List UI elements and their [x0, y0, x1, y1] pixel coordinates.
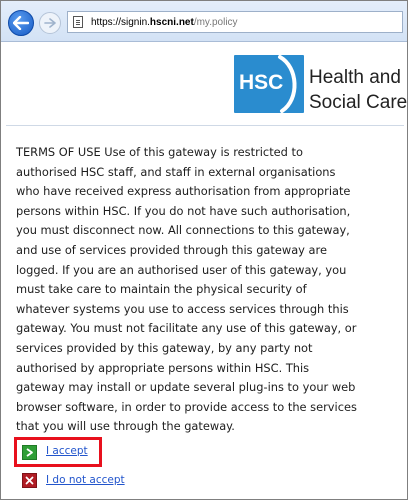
- logo-swoosh-icon: [278, 55, 297, 113]
- url-path: /my.policy: [193, 16, 238, 28]
- accept-link[interactable]: I accept: [46, 445, 88, 457]
- url-field[interactable]: https://signin.hscni.net/my.policy: [67, 11, 403, 33]
- terms-line: logged. If you are an authorised user of…: [16, 262, 347, 277]
- page-icon: [73, 16, 83, 28]
- terms-line: that you will use through the gateway.: [16, 419, 235, 434]
- terms-of-use-text: TERMS OF USE Use of this gateway is rest…: [16, 143, 396, 437]
- terms-line: whatever systems you use to access servi…: [16, 301, 349, 316]
- terms-line: gateway may install or update several pl…: [16, 380, 356, 395]
- browser-window: https://signin.hscni.net/my.policy HSC H…: [0, 0, 408, 500]
- x-icon[interactable]: [22, 473, 37, 488]
- page-header: HSC Health and Social Care: [6, 49, 408, 125]
- forward-arrow-icon: [44, 18, 56, 28]
- terms-line: persons within HSC. If you do not have s…: [16, 203, 351, 218]
- terms-line: browser software, in order to provide ac…: [16, 399, 357, 414]
- terms-line: you must disconnect now. All connections…: [16, 223, 350, 238]
- org-name-line2: Social Care: [309, 92, 408, 113]
- terms-line: services provided by this gateway, by an…: [16, 340, 313, 355]
- back-arrow-icon: [13, 16, 29, 30]
- org-name-line1: Health and: [309, 67, 401, 88]
- terms-line: authorised by appropriate persons within…: [16, 360, 310, 375]
- decline-option: I do not accept: [17, 472, 157, 492]
- back-button[interactable]: [8, 10, 34, 36]
- decline-link[interactable]: I do not accept: [46, 474, 125, 486]
- url-text: https://signin.hscni.net/my.policy: [91, 17, 238, 28]
- terms-line: TERMS OF USE Use of this gateway is rest…: [16, 145, 303, 159]
- terms-line: gateway. You must not facilitate any use…: [16, 321, 357, 336]
- accept-highlight-box: I accept: [14, 437, 102, 467]
- terms-line: authorised HSC staff, and staff in exter…: [16, 164, 336, 179]
- url-prefix: https://signin.: [91, 16, 150, 28]
- address-bar: https://signin.hscni.net/my.policy: [1, 1, 407, 42]
- chevron-right-icon[interactable]: [22, 445, 37, 460]
- url-domain: hscni.net: [149, 16, 194, 28]
- forward-button[interactable]: [39, 12, 61, 34]
- hsc-logo: HSC: [234, 55, 304, 113]
- terms-line: who have received express authorisation …: [16, 184, 351, 199]
- terms-line: and use of services provided through thi…: [16, 242, 327, 257]
- header-divider: [6, 125, 404, 126]
- terms-line: must take care to maintain the physical …: [16, 282, 307, 297]
